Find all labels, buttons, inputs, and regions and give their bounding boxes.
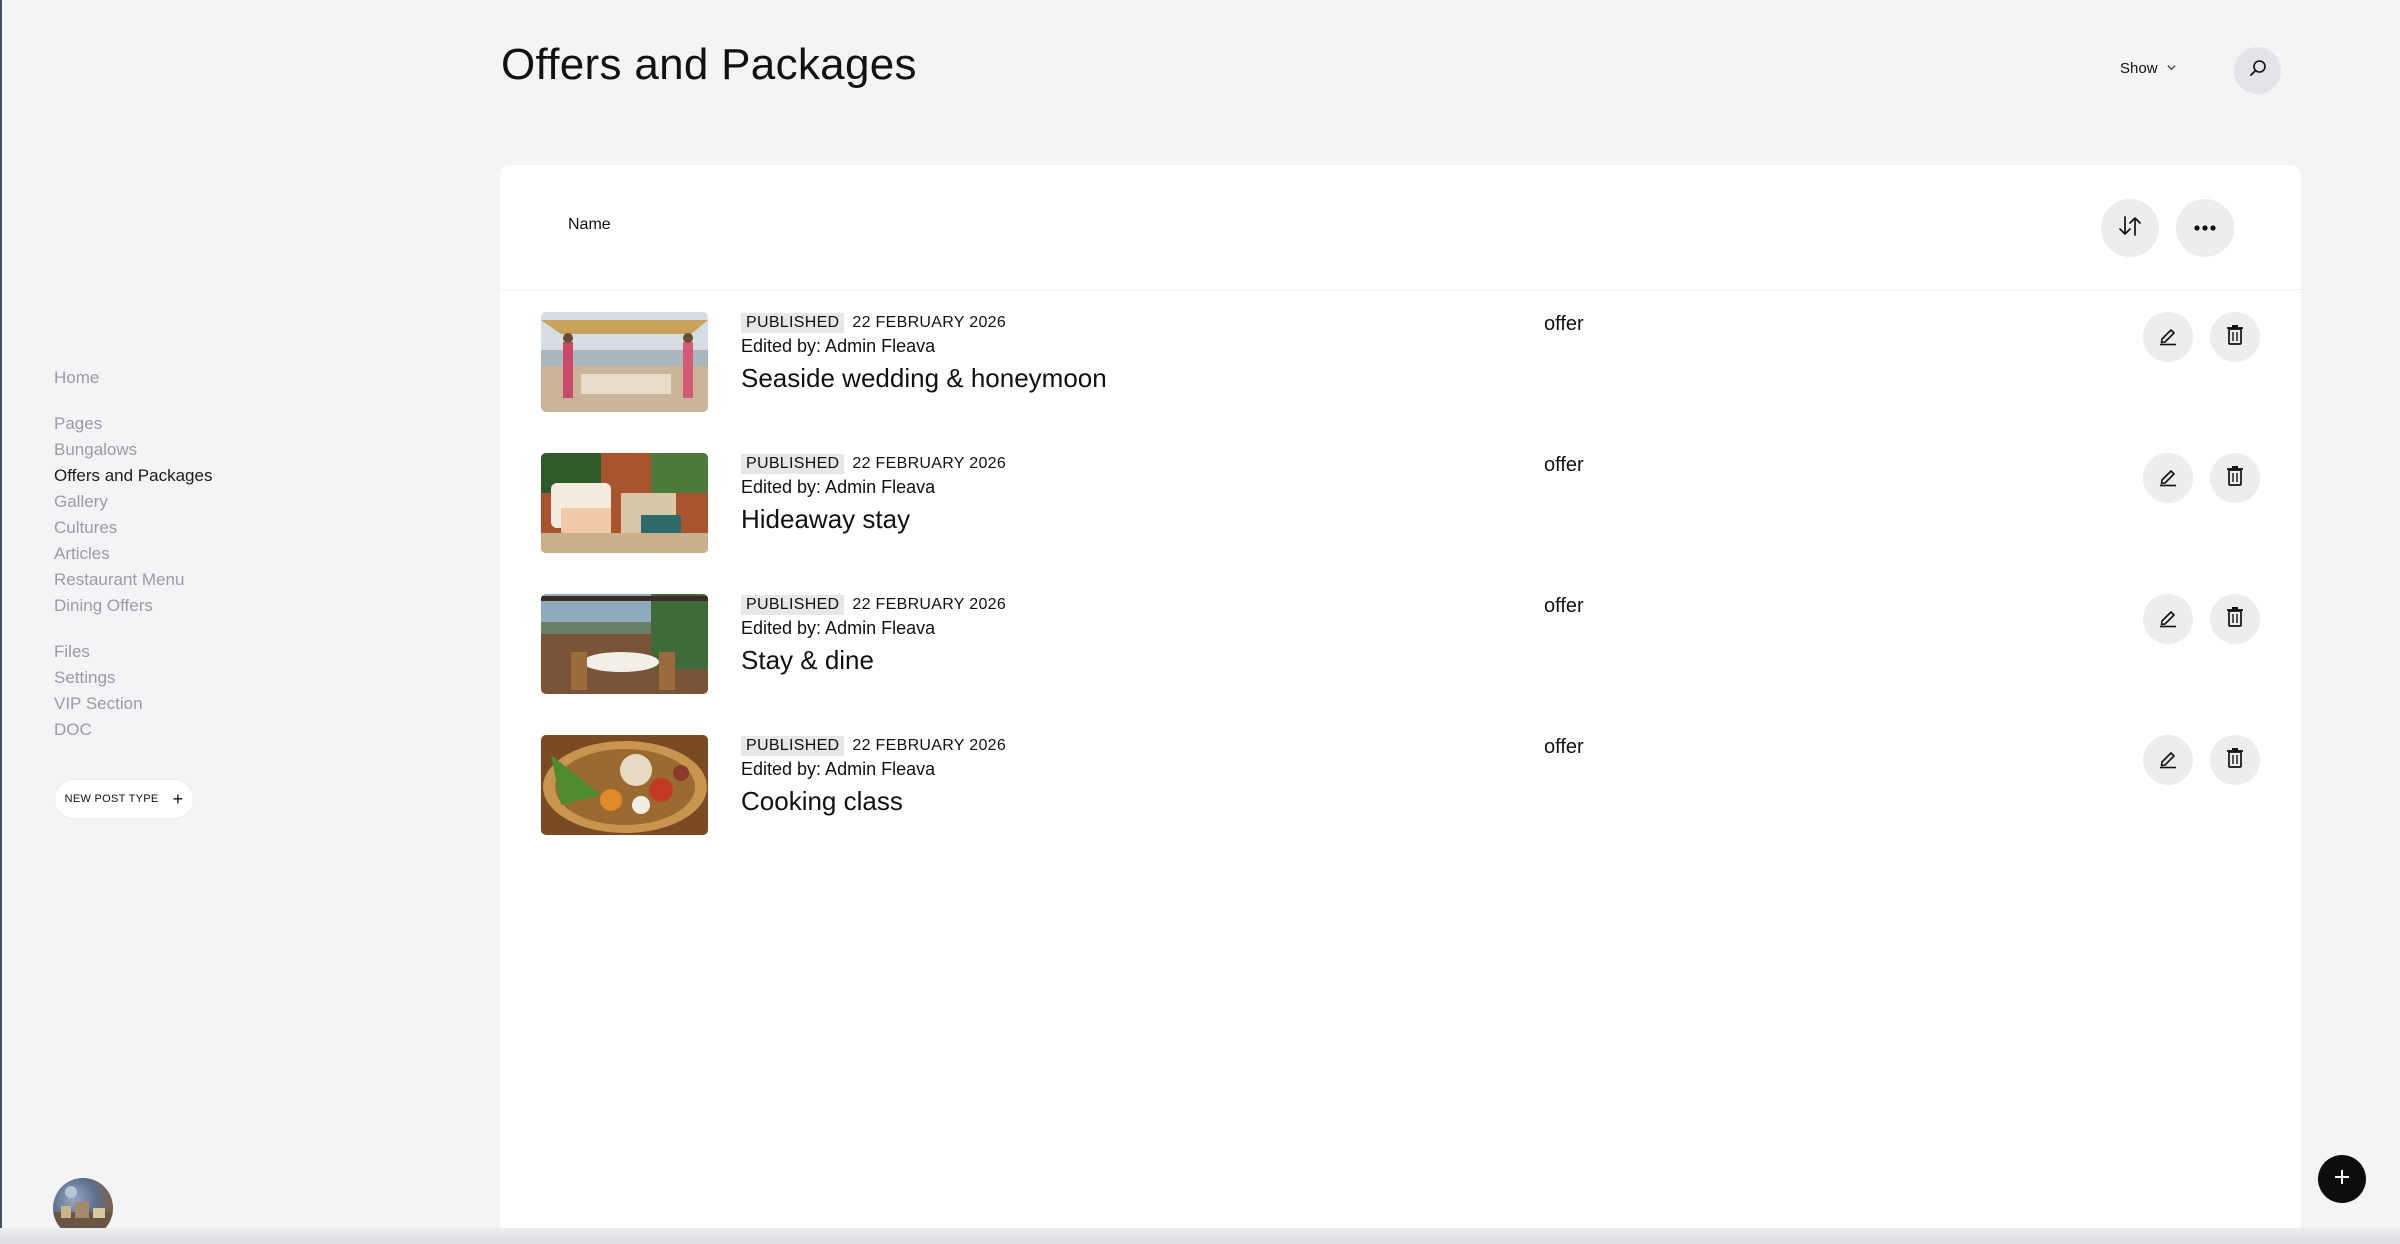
sidebar-item-dining-offers[interactable]: Dining Offers [54,593,354,619]
post-edited-by: Edited by: Admin Fleava [741,759,936,779]
sidebar-item-cultures[interactable]: Cultures [54,515,354,541]
trash-icon [2224,746,2246,775]
trash-icon [2224,323,2246,352]
delete-button[interactable] [2210,312,2260,362]
table-row[interactable]: PUBLISHED 22 FEBRUARY 2026 Edited by: Ad… [500,312,2301,453]
new-post-type-button[interactable]: NEW POST TYPE + [54,779,194,819]
sidebar-item-gallery[interactable]: Gallery [54,489,354,515]
sidebar-group-content: Pages Bungalows Offers and Packages Gall… [54,411,354,619]
post-edited-by: Edited by: Admin Fleava [741,477,936,497]
table-row[interactable]: PUBLISHED 22 FEBRUARY 2026 Edited by: Ad… [500,594,2301,735]
post-date: 22 FEBRUARY 2026 [852,455,1007,472]
post-type: offer [1544,313,1584,335]
post-edited-by: Edited by: Admin Fleava [741,336,936,356]
status-badge: PUBLISHED [741,736,845,756]
sidebar-group-settings: Files Settings VIP Section DOC [54,639,354,743]
window-edge [0,0,2,1244]
status-badge: PUBLISHED [741,454,845,474]
sort-button[interactable] [2101,199,2159,257]
post-title[interactable]: Hideaway stay [741,504,1006,535]
search-icon [2248,58,2268,83]
post-status-line: PUBLISHED 22 FEBRUARY 2026 [741,594,1006,616]
post-meta: PUBLISHED 22 FEBRUARY 2026 Edited by: Ad… [741,735,1006,817]
edit-button[interactable] [2143,312,2193,362]
sidebar: Home Pages Bungalows Offers and Packages… [54,365,354,763]
sidebar-item-files[interactable]: Files [54,639,354,665]
sidebar-item-bungalows[interactable]: Bungalows [54,437,354,463]
sidebar-item-home[interactable]: Home [54,365,354,391]
edit-button[interactable] [2143,453,2193,503]
pencil-icon [2157,324,2179,351]
sidebar-item-settings[interactable]: Settings [54,665,354,691]
column-header-name[interactable]: Name [568,216,611,234]
post-title[interactable]: Seaside wedding & honeymoon [741,363,1107,394]
show-dropdown-label: Show [2120,60,2158,77]
post-thumbnail[interactable] [541,453,708,553]
sidebar-item-vip-section[interactable]: VIP Section [54,691,354,717]
page-title: Offers and Packages [501,40,917,89]
delete-button[interactable] [2210,453,2260,503]
new-post-type-label: NEW POST TYPE [64,793,159,805]
post-edited-by: Edited by: Admin Fleava [741,618,936,638]
more-icon [2193,219,2217,237]
post-meta: PUBLISHED 22 FEBRUARY 2026 Edited by: Ad… [741,312,1107,394]
posts-panel: Name PUBLISHED 22 FEBRUARY 2026 Edited b… [500,165,2301,1244]
status-badge: PUBLISHED [741,595,845,615]
post-status-line: PUBLISHED 22 FEBRUARY 2026 [741,453,1006,475]
post-type: offer [1544,736,1584,758]
table-row[interactable]: PUBLISHED 22 FEBRUARY 2026 Edited by: Ad… [500,735,2301,876]
post-date: 22 FEBRUARY 2026 [852,596,1007,613]
show-dropdown[interactable]: Show [2120,60,2177,77]
bottom-edge [0,1228,2400,1244]
plus-icon: + [172,789,184,809]
post-meta: PUBLISHED 22 FEBRUARY 2026 Edited by: Ad… [741,453,1006,535]
table-header: Name [500,165,2301,290]
post-title[interactable]: Stay & dine [741,645,1006,676]
status-badge: PUBLISHED [741,313,845,333]
sidebar-group-home: Home [54,365,354,391]
post-date: 22 FEBRUARY 2026 [852,737,1007,754]
sidebar-item-offers-and-packages[interactable]: Offers and Packages [54,463,354,489]
post-status-line: PUBLISHED 22 FEBRUARY 2026 [741,735,1006,757]
post-thumbnail[interactable] [541,312,708,412]
post-type: offer [1544,595,1584,617]
post-status-line: PUBLISHED 22 FEBRUARY 2026 [741,312,1107,334]
more-options-button[interactable] [2176,199,2234,257]
post-date: 22 FEBRUARY 2026 [852,314,1007,331]
pencil-icon [2157,465,2179,492]
pencil-icon [2157,747,2179,774]
trash-icon [2224,464,2246,493]
sidebar-item-pages[interactable]: Pages [54,411,354,437]
post-thumbnail[interactable] [541,735,708,835]
post-type: offer [1544,454,1584,476]
sidebar-item-doc[interactable]: DOC [54,717,354,743]
sidebar-item-restaurant-menu[interactable]: Restaurant Menu [54,567,354,593]
post-title[interactable]: Cooking class [741,786,1006,817]
delete-button[interactable] [2210,735,2260,785]
post-thumbnail[interactable] [541,594,708,694]
post-meta: PUBLISHED 22 FEBRUARY 2026 Edited by: Ad… [741,594,1006,676]
sort-icon [2117,214,2143,243]
plus-icon [2332,1167,2352,1192]
chevron-down-icon [2166,60,2177,77]
table-row[interactable]: PUBLISHED 22 FEBRUARY 2026 Edited by: Ad… [500,453,2301,594]
edit-button[interactable] [2143,594,2193,644]
trash-icon [2224,605,2246,634]
add-post-button[interactable] [2318,1155,2366,1203]
pencil-icon [2157,606,2179,633]
edit-button[interactable] [2143,735,2193,785]
sidebar-item-articles[interactable]: Articles [54,541,354,567]
delete-button[interactable] [2210,594,2260,644]
search-button[interactable] [2234,47,2281,94]
